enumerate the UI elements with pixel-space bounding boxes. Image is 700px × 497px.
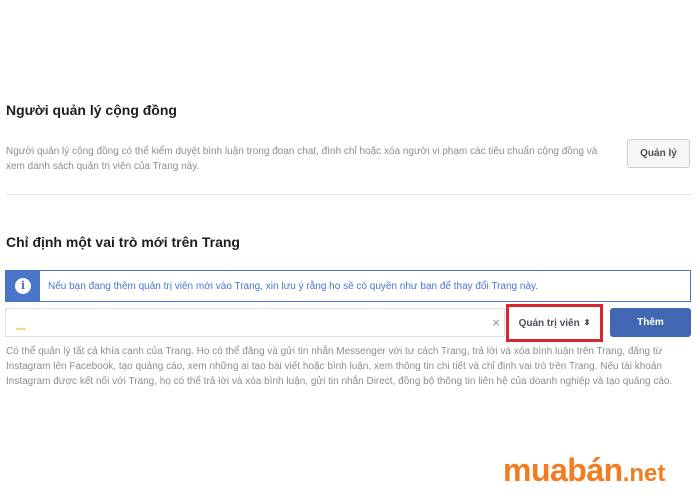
name-input[interactable] [5,308,505,337]
admin-notice: i Nếu bạn đang thêm quản trị viên mới và… [5,270,691,302]
community-manager-description: Người quản lý cộng đồng có thể kiểm duyệ… [6,146,598,172]
watermark-logo: muabán .net [503,452,665,492]
community-manager-title: Người quản lý cộng đồng [6,102,177,118]
input-text-mark [16,328,26,330]
sort-updown-icon: ⬍ [583,318,591,327]
info-icon: i [15,278,31,294]
watermark-tld: .net [622,460,666,487]
role-select-value: Quản trị viên [518,317,580,329]
role-description: Có thể quản lý tất cả khía cạnh của Tran… [6,346,673,387]
notice-text: Nếu bạn đang thêm quản trị viên mới vào … [48,280,539,292]
add-button[interactable]: Thêm [610,308,691,337]
watermark-main: muabán [503,452,623,488]
assign-role-title: Chỉ định một vai trò mới trên Trang [6,234,240,250]
clear-icon[interactable]: × [489,313,503,333]
manage-button[interactable]: Quản lý [627,139,690,168]
divider [6,194,692,195]
role-select[interactable]: Quản trị viên ⬍ [506,304,603,342]
notice-icon-box: i [6,271,40,301]
role-select-inner: Quản trị viên ⬍ [519,318,591,329]
